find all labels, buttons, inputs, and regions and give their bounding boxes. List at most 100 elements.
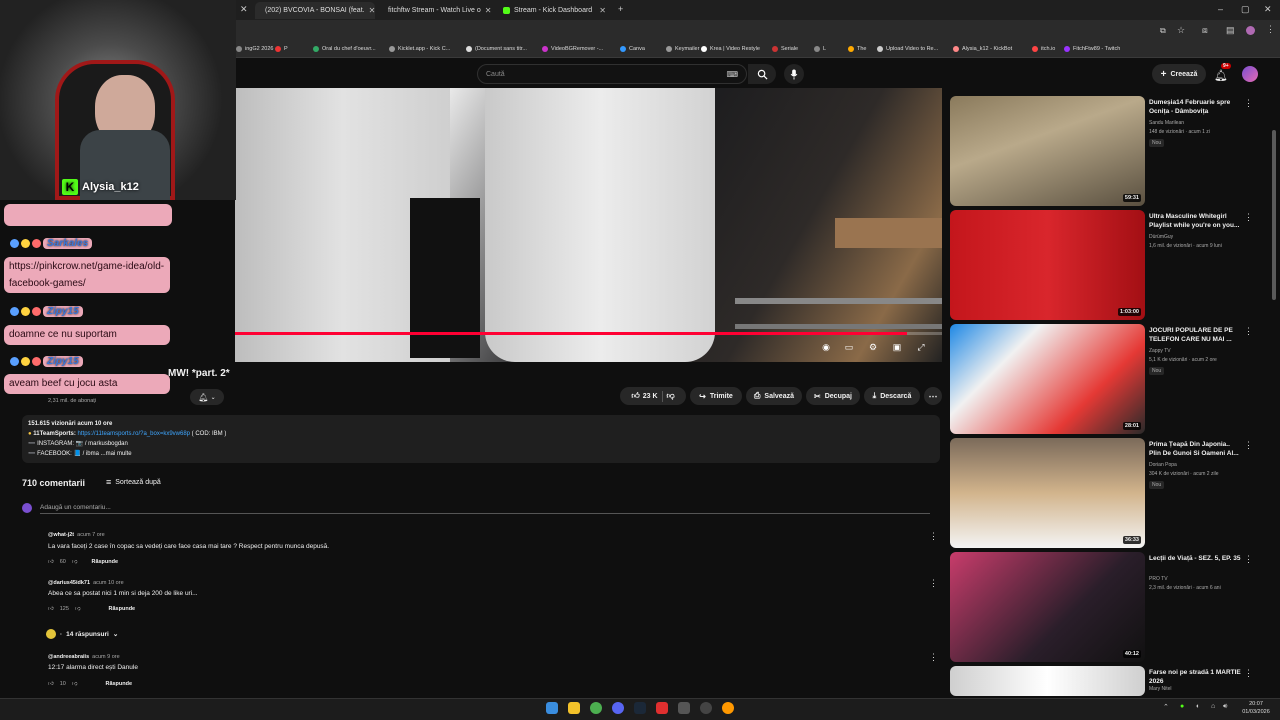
close-tab-icon[interactable]: ✕ — [240, 4, 248, 15]
scrollbar[interactable] — [1272, 130, 1276, 300]
settings-gear-icon[interactable]: ⚙ — [867, 342, 879, 352]
bookmark-item[interactable]: Upload Video to Re... — [877, 46, 938, 52]
bookmark-item[interactable]: (Document sans titr... — [466, 46, 527, 52]
close-tab-icon[interactable]: ✕ — [485, 6, 498, 15]
subtitles-icon[interactable]: ▭ — [843, 342, 855, 352]
create-button[interactable]: + Creează — [1152, 64, 1206, 84]
fullscreen-icon[interactable]: ⤢ — [915, 342, 927, 352]
more-options-icon[interactable]: ⋮ — [1244, 668, 1253, 679]
discord-icon[interactable] — [612, 702, 624, 714]
show-replies-button[interactable]: · 14 răspunsuri ⌄ — [46, 629, 118, 639]
taskbar-clock[interactable]: 20:07 01/03/2026 — [1236, 700, 1276, 716]
recommended-video-channel[interactable]: Sandu Marilean — [1149, 120, 1259, 126]
recommended-video-channel[interactable]: PRO TV — [1149, 576, 1259, 582]
more-options-icon[interactable]: ⋮ — [1244, 98, 1253, 109]
reply-button[interactable]: Răspunde — [109, 606, 136, 612]
new-tab-icon[interactable]: + — [618, 4, 623, 14]
comment-handle[interactable]: @darius45idk71 — [48, 580, 90, 586]
bookmark-item[interactable]: VideoBGRemover -... — [542, 46, 603, 52]
app-icon[interactable] — [678, 702, 690, 714]
like-button[interactable]: 👍︎ 23 K — [631, 391, 657, 401]
more-actions-button[interactable]: ⋯ — [924, 387, 942, 405]
more-options-icon[interactable]: ⋮ — [1244, 212, 1253, 223]
bookmark-item[interactable]: Seriale — [772, 46, 798, 52]
browser-menu-icon[interactable]: ⋮ — [1266, 24, 1275, 35]
chrome-profile-icon[interactable] — [722, 702, 734, 714]
comment-time[interactable]: acum 9 ore — [92, 654, 120, 660]
recommended-video[interactable]: Farse noi pe stradă 1 MARTIE 2026 Mary Ni… — [950, 666, 1270, 696]
video-player[interactable]: ◉ ▭ ⚙ ▣ ⤢ — [235, 88, 942, 362]
comment-menu-icon[interactable]: ⋮ — [929, 652, 938, 663]
more-options-icon[interactable]: ⋮ — [1244, 440, 1253, 451]
video-thumbnail[interactable]: 40:12 — [950, 552, 1145, 662]
reply-button[interactable]: Răspunde — [105, 681, 132, 687]
miniplayer-icon[interactable]: ▣ — [891, 342, 903, 352]
recommended-video-channel[interactable]: Zappy TV — [1149, 348, 1259, 354]
thumbs-down-icon[interactable]: 👎︎ — [72, 559, 78, 565]
account-avatar[interactable] — [1242, 66, 1258, 82]
add-comment-input[interactable]: Adaugă un comentariu... — [40, 504, 930, 514]
browser-tab-youtube[interactable]: (202) BVCOVIA - BONSAI (feat. ✕ — [255, 2, 375, 19]
comment-handle[interactable]: @andreeabraiis — [48, 654, 89, 660]
search-input[interactable]: Caută ⌨ — [477, 64, 747, 84]
bookmark-item[interactable]: FitchFtw89 - Twitch — [1064, 46, 1120, 52]
bookmark-star-icon[interactable]: ☆ — [1177, 25, 1185, 36]
bookmark-item[interactable]: Krea | Video Restyle — [701, 46, 760, 52]
recommended-video[interactable]: 40:12 Lecții de Viață - SEZ. 5, EP. 35 PRO… — [950, 552, 1270, 664]
bookmark-item[interactable]: P — [275, 46, 288, 52]
bookmark-item[interactable]: Canva — [620, 46, 645, 52]
thumbs-down-icon[interactable]: 👎︎ — [75, 606, 81, 612]
notifications-button[interactable]: 🔔︎ 9+ — [1214, 63, 1231, 84]
thumbs-up-icon[interactable]: 👍︎ — [48, 681, 54, 687]
tray-app-icon[interactable]: ◐ — [1196, 703, 1200, 710]
keyboard-icon[interactable]: ⌨ — [726, 70, 738, 79]
thumbs-up-icon[interactable]: 👍︎ — [48, 606, 54, 612]
video-description[interactable]: 151.615 vizionări acum 10 ore ● 11TeamSp… — [22, 415, 940, 463]
sort-comments-button[interactable]: ≡ Sortează după — [106, 477, 161, 487]
sidebar-icon[interactable]: ▤ — [1226, 25, 1235, 36]
video-thumbnail[interactable]: 36:33 — [950, 438, 1145, 548]
volume-icon[interactable]: 🔊︎ — [1223, 703, 1227, 711]
video-thumbnail[interactable]: 59:31 — [950, 96, 1145, 206]
autoplay-toggle-icon[interactable]: ◉ — [820, 342, 832, 352]
comment-time[interactable]: acum 7 ore — [77, 532, 105, 538]
bookmark-item[interactable]: Kicklet.app - Kick C... — [389, 46, 450, 52]
network-icon[interactable]: ⌂ — [1211, 703, 1215, 710]
clip-button[interactable]: ✂ Decupaj — [806, 387, 860, 405]
bookmark-item[interactable]: ingG2 2026 — [236, 46, 273, 52]
recommended-video[interactable]: 1:03:00 Ultra Masculine Whitegirl Playlis… — [950, 210, 1270, 322]
bookmark-item[interactable]: The — [848, 46, 866, 52]
chrome-icon[interactable] — [590, 702, 602, 714]
recommended-video[interactable]: 28:01 JOCURI POPULARE DE PE TELEFON CARE … — [950, 324, 1270, 436]
dislike-button[interactable]: 👎︎ — [667, 391, 675, 401]
download-button[interactable]: ⤓ Descarcă — [864, 387, 920, 405]
bookmark-item[interactable]: Keymailer — [666, 46, 699, 52]
start-menu-icon[interactable] — [546, 702, 558, 714]
recommended-video-title[interactable]: Farse noi pe stradă 1 MARTIE 2026 — [1149, 668, 1241, 686]
notification-preferences-button[interactable]: 🔔︎ ⌄ — [190, 389, 224, 405]
recommended-video-title[interactable]: Dumeșia14 Februarie spre Ocnița - Dâmbov… — [1149, 98, 1241, 116]
tray-app-icon[interactable]: ● — [1180, 703, 1184, 710]
video-thumbnail[interactable]: 1:03:00 — [950, 210, 1145, 320]
app-icon[interactable] — [656, 702, 668, 714]
recommended-video-title[interactable]: Lecții de Viață - SEZ. 5, EP. 35 — [1149, 554, 1241, 563]
recommended-video-channel[interactable]: Mary Nitel — [1149, 686, 1259, 692]
recommended-video-title[interactable]: JOCURI POPULARE DE PE TELEFON CARE NU MA… — [1149, 326, 1241, 344]
more-options-icon[interactable]: ⋮ — [1244, 326, 1253, 337]
comment-menu-icon[interactable]: ⋮ — [929, 578, 938, 589]
comment-handle[interactable]: @what-j2t — [48, 532, 74, 538]
recommended-video-title[interactable]: Prima Țeapă Din Japonia.. Plin De Gunoi … — [1149, 440, 1241, 458]
browser-tab-kick-stream[interactable]: fitchftw Stream - Watch Live o ✕ — [378, 2, 493, 19]
steam-icon[interactable] — [634, 702, 646, 714]
extensions-icon[interactable]: ⧈ — [1202, 25, 1208, 36]
more-options-icon[interactable]: ⋮ — [1244, 554, 1253, 565]
bookmark-item[interactable]: itch.io — [1032, 46, 1055, 52]
comment-time[interactable]: acum 10 ore — [93, 580, 124, 586]
recommended-video[interactable]: 59:31 Dumeșia14 Februarie spre Ocnița - D… — [950, 96, 1270, 208]
share-button[interactable]: ↪ Trimite — [690, 387, 742, 405]
comment-author[interactable]: @darius45idk71 acum 10 ore — [48, 580, 124, 586]
bookmark-item[interactable]: Alysia_k12 - KickBot — [953, 46, 1012, 52]
comment-menu-icon[interactable]: ⋮ — [929, 531, 938, 542]
thumbs-up-icon[interactable]: 👍︎ — [48, 559, 54, 565]
voice-search-button[interactable] — [784, 64, 804, 84]
